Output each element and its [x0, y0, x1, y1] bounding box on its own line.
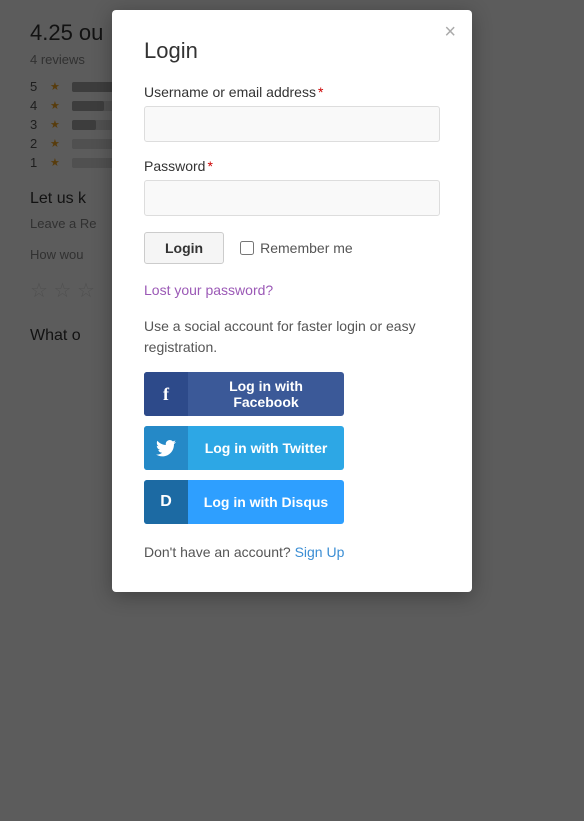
username-input[interactable]	[144, 106, 440, 142]
twitter-button-label: Log in with Twitter	[188, 440, 344, 456]
signup-link[interactable]: Sign Up	[295, 544, 345, 560]
facebook-button-label: Log in with Facebook	[188, 378, 344, 410]
twitter-icon	[144, 426, 188, 470]
modal-title: Login	[144, 38, 440, 64]
signup-row: Don't have an account? Sign Up	[144, 544, 440, 560]
password-input[interactable]	[144, 180, 440, 216]
login-button[interactable]: Login	[144, 232, 224, 264]
lost-password-link[interactable]: Lost your password?	[144, 282, 273, 298]
disqus-login-button[interactable]: D Log in with Disqus	[144, 480, 344, 524]
remember-text: Remember me	[260, 240, 353, 256]
facebook-icon: f	[144, 372, 188, 416]
username-label: Username or email address*	[144, 84, 440, 100]
login-modal: × Login Username or email address* Passw…	[112, 10, 472, 592]
no-account-text: Don't have an account?	[144, 544, 291, 560]
social-description: Use a social account for faster login or…	[144, 316, 440, 358]
disqus-button-label: Log in with Disqus	[188, 494, 344, 510]
close-button[interactable]: ×	[444, 22, 456, 42]
remember-me-label[interactable]: Remember me	[240, 240, 353, 256]
twitter-login-button[interactable]: Log in with Twitter	[144, 426, 344, 470]
modal-overlay: × Login Username or email address* Passw…	[0, 0, 584, 821]
login-action-row: Login Remember me	[144, 232, 440, 264]
disqus-icon: D	[144, 480, 188, 524]
password-label: Password*	[144, 158, 440, 174]
facebook-login-button[interactable]: f Log in with Facebook	[144, 372, 344, 416]
remember-checkbox[interactable]	[240, 241, 254, 255]
